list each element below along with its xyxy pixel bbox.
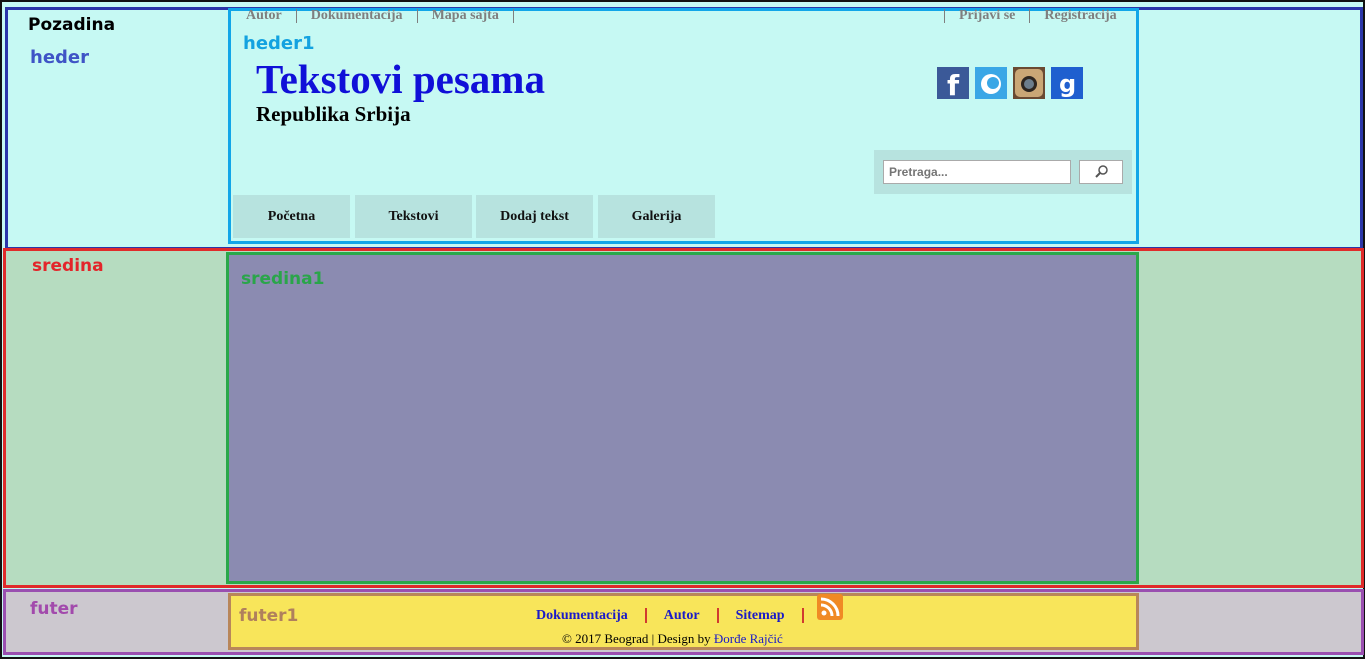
- site-subtitle: Republika Srbija: [256, 102, 411, 126]
- label-heder1: heder1: [243, 33, 315, 54]
- footer-nav: Dokumentacija Autor Sitemap: [536, 608, 804, 623]
- top-nav-dokumentacija[interactable]: Dokumentacija: [297, 9, 418, 23]
- copyright: © 2017 Beograd | Design by Đorđe Rajčić: [562, 631, 783, 647]
- facebook-icon[interactable]: f: [937, 67, 969, 102]
- search-icon: [1095, 165, 1108, 178]
- label-sredina: sredina: [32, 256, 104, 276]
- label-pozadina: Pozadina: [28, 15, 116, 35]
- login-link[interactable]: Prijavi se: [944, 9, 1029, 23]
- rss-icon[interactable]: [817, 594, 843, 620]
- site-title: Tekstovi pesama: [256, 56, 545, 102]
- top-nav-mapa-sajta[interactable]: Mapa sajta: [418, 9, 514, 23]
- middle-inner: [226, 252, 1139, 584]
- tab-galerija[interactable]: Galerija: [598, 195, 715, 238]
- label-sredina1: sredina1: [241, 269, 325, 289]
- tab-pocetna[interactable]: Početna: [233, 195, 350, 238]
- top-nav-left: Autor Dokumentacija Mapa sajta: [232, 9, 514, 23]
- tab-tekstovi[interactable]: Tekstovi: [355, 195, 472, 238]
- top-nav-right: Prijavi se Registracija: [944, 9, 1131, 23]
- footer-link-autor[interactable]: Autor: [644, 608, 717, 623]
- search-button[interactable]: [1079, 160, 1123, 184]
- copyright-text: © 2017 Beograd | Design by: [562, 631, 714, 646]
- top-nav-autor[interactable]: Autor: [232, 9, 297, 23]
- footer-link-sitemap[interactable]: Sitemap: [716, 608, 802, 623]
- twitter-icon[interactable]: [975, 67, 1007, 99]
- register-link[interactable]: Registracija: [1029, 9, 1130, 23]
- search-input[interactable]: [883, 160, 1071, 184]
- footer-link-dokumentacija[interactable]: Dokumentacija: [536, 608, 645, 623]
- google-icon[interactable]: g: [1051, 67, 1083, 99]
- author-link[interactable]: Đorđe Rajčić: [714, 631, 783, 646]
- label-futer1: futer1: [239, 606, 299, 626]
- tab-dodaj-tekst[interactable]: Dodaj tekst: [476, 195, 593, 238]
- instagram-icon[interactable]: [1013, 67, 1045, 99]
- label-futer: futer: [30, 599, 78, 619]
- svg-text:g: g: [1059, 70, 1076, 98]
- svg-text:f: f: [947, 69, 960, 99]
- label-heder: heder: [30, 47, 89, 68]
